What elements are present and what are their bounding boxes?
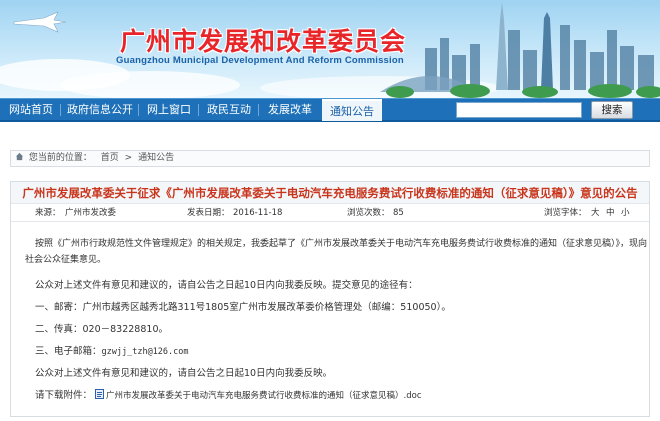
font-size-label: 浏览字体： [544, 208, 587, 218]
attachment-label: 请下载附件： [35, 390, 93, 401]
views-value: 85 [393, 208, 404, 218]
email-label: 三、电子邮箱： [35, 346, 102, 357]
nav-item-development-reform[interactable]: 发展改革 [262, 99, 318, 120]
paragraph-intro-line1: 按照《广州市行政规范性文件管理规定》的相关规定，我委起草了《广州市发展改革委关于… [35, 239, 648, 249]
paragraph-email: 三、电子邮箱：gzwjj_tzh@126.com [35, 344, 189, 360]
home-icon [15, 152, 24, 161]
email-address-link[interactable]: gzwjj_tzh@126.com [102, 347, 189, 357]
breadcrumb-prefix: 您当前的位置： [28, 153, 92, 163]
site-title: 广州市发展和改革委员会 [120, 27, 407, 56]
attachment-row: 请下载附件： 广州市发展改革委关于电动汽车充电服务费试行收费标准的通知（征求意见… [35, 388, 422, 404]
search-input[interactable] [456, 102, 582, 118]
nav-separator [198, 104, 199, 116]
paragraph-ways: 公众对上述文件有意见和建议的，请自公告之日起10日内向我委反映。提交意见的途径有… [35, 280, 418, 291]
search-button[interactable]: 搜索 [591, 101, 633, 119]
article-panel: 广州市发展改革委关于征求《广州市发展改革委关于电动汽车充电服务费试行收费标准的通… [10, 181, 650, 417]
date-label: 发表日期： [187, 208, 230, 218]
nav-item-home[interactable]: 网站首页 [6, 99, 56, 120]
article-title: 广州市发展改革委关于征求《广州市发展改革委关于电动汽车充电服务费试行收费标准的通… [11, 182, 649, 204]
paragraph-closing: 公众对上述文件有意见和建议的，请自公告之日起10日内向我委反映。 [35, 368, 333, 379]
views-label: 浏览次数： [347, 208, 390, 218]
date-value: 2016-11-18 [233, 208, 283, 218]
source-value: 广州市发改委 [65, 208, 117, 218]
font-size-small[interactable]: 小 [621, 204, 630, 222]
article-meta: 来源： 广州市发改委 发表日期： 2016-11-18 浏览次数： 85 浏览字… [11, 204, 649, 222]
nav-item-notices[interactable]: 通知公告 [322, 99, 382, 121]
site-banner: 广州市发展和改革委员会 Guangzhou Municipal Developm… [0, 0, 660, 98]
paragraph-intro-line2: 社会公众征集意见。 [25, 255, 107, 265]
breadcrumb-home-link[interactable]: 首页 [101, 153, 119, 163]
site-subtitle: Guangzhou Municipal Development And Refo… [116, 55, 404, 66]
source-label: 来源： [35, 208, 61, 218]
paragraph-mail: 一、邮寄：广州市越秀区越秀北路311号1805室广州市发展改革委价格管理处（邮编… [35, 302, 451, 313]
nav-separator [138, 104, 139, 116]
nav-separator [60, 104, 61, 116]
font-size-medium[interactable]: 中 [606, 204, 615, 222]
doc-icon [95, 389, 105, 399]
nav-item-interaction[interactable]: 政民互动 [202, 99, 256, 120]
breadcrumb-current: 通知公告 [138, 153, 175, 163]
paragraph-fax: 二、传真：020－83228810。 [35, 324, 168, 335]
main-nav: 网站首页 政府信息公开 网上窗口 政民互动 发展改革 通知公告 搜索 [0, 98, 660, 122]
nav-separator [258, 104, 259, 116]
plane-icon [13, 11, 67, 33]
breadcrumb: 您当前的位置： 首页 > 通知公告 [10, 150, 650, 167]
font-size-large[interactable]: 大 [591, 204, 600, 222]
attachment-link[interactable]: 广州市发展改革委关于电动汽车充电服务费试行收费标准的通知（征求意见稿）.doc [106, 391, 421, 401]
breadcrumb-separator: > [124, 153, 133, 163]
nav-item-online-window[interactable]: 网上窗口 [142, 99, 196, 120]
paragraph-intro: 按照《广州市行政规范性文件管理规定》的相关规定，我委起草了《广州市发展改革委关于… [25, 236, 648, 268]
nav-item-gov-info[interactable]: 政府信息公开 [64, 99, 136, 120]
